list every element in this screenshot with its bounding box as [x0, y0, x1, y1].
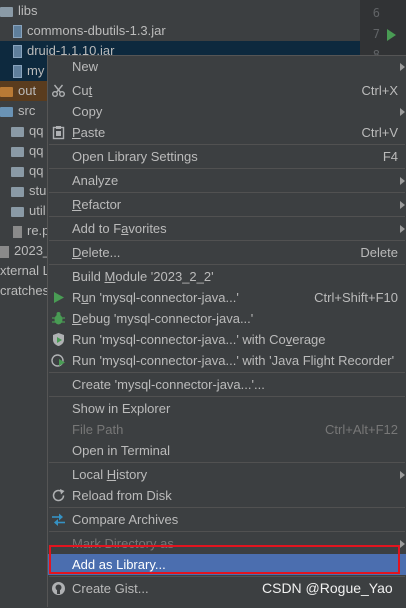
tree-out[interactable]: out — [0, 81, 47, 101]
tree-package[interactable]: util — [11, 201, 46, 221]
folder-icon — [0, 86, 13, 97]
run-gutter-icon[interactable] — [387, 29, 396, 41]
submenu-arrow-icon — [400, 225, 405, 233]
menu-item-run-with-coverage[interactable]: Run 'mysql-connector-java...' with Cover… — [48, 329, 406, 350]
menu-item-run[interactable]: Run 'mysql-connector-java...' Ctrl+Shift… — [48, 287, 406, 308]
menu-item-file-path[interactable]: File Path Ctrl+Alt+F12 — [48, 419, 406, 440]
submenu-arrow-icon — [400, 540, 405, 548]
scissors-icon — [52, 84, 65, 97]
compare-arrows-icon — [52, 513, 65, 526]
menu-item-run-java-flight-recorder[interactable]: Run 'mysql-connector-java...' with 'Java… — [48, 350, 406, 371]
submenu-arrow-icon — [400, 177, 405, 185]
watermark: CSDN @Rogue_Yao — [262, 580, 393, 596]
file-icon — [0, 245, 9, 258]
menu-separator — [49, 396, 405, 397]
tree-package[interactable]: qq — [11, 161, 43, 181]
jar-icon — [13, 65, 22, 79]
menu-item-cut[interactable]: Cut Ctrl+X — [48, 80, 406, 101]
menu-item-open-in-terminal[interactable]: Open in Terminal — [48, 440, 406, 461]
tree-external-libraries[interactable]: xternal L — [0, 261, 50, 281]
menu-item-compare-archives[interactable]: Compare Archives — [48, 509, 406, 530]
menu-separator — [49, 192, 405, 193]
menu-item-analyze[interactable]: Analyze — [48, 170, 406, 191]
tree-jar-dbutils[interactable]: commons-dbutils-1.3.jar — [13, 21, 166, 41]
submenu-arrow-icon — [400, 108, 405, 116]
menu-separator — [49, 144, 405, 145]
line-number: 7 — [372, 27, 380, 41]
menu-item-local-history[interactable]: Local History — [48, 464, 406, 485]
menu-item-copy[interactable]: Copy — [48, 101, 406, 122]
jar-icon — [13, 45, 22, 59]
menu-separator — [49, 531, 405, 532]
menu-separator — [49, 240, 405, 241]
context-menu: New Cut Ctrl+X Copy Paste Ctrl+V Open Li… — [47, 55, 406, 607]
tree-file[interactable]: re.p — [13, 221, 49, 241]
menu-separator — [49, 462, 405, 463]
reload-icon — [52, 489, 65, 502]
submenu-arrow-icon — [400, 471, 405, 479]
menu-item-reload-from-disk[interactable]: Reload from Disk — [48, 485, 406, 506]
menu-separator — [49, 372, 405, 373]
menu-separator — [49, 168, 405, 169]
menu-item-open-library-settings[interactable]: Open Library Settings F4 — [48, 146, 406, 167]
menu-item-show-in-explorer[interactable]: Show in Explorer — [48, 398, 406, 419]
menu-item-paste[interactable]: Paste Ctrl+V — [48, 122, 406, 143]
submenu-arrow-icon — [400, 63, 405, 71]
package-icon — [11, 186, 24, 197]
coverage-icon — [53, 333, 64, 346]
tree-package[interactable]: stu — [11, 181, 46, 201]
menu-separator — [49, 576, 405, 577]
menu-item-delete[interactable]: Delete... Delete — [48, 242, 406, 263]
tree-package[interactable]: qq — [11, 121, 43, 141]
folder-icon — [0, 6, 13, 17]
menu-item-build-module[interactable]: Build Module '2023_2_2' — [48, 266, 406, 287]
tree-package[interactable]: qq — [11, 141, 43, 161]
run-play-icon — [54, 292, 64, 303]
clipboard-icon — [52, 126, 65, 140]
menu-item-add-as-library[interactable]: Add as Library... — [48, 554, 406, 575]
menu-item-mark-directory-as[interactable]: Mark Directory as — [48, 533, 406, 554]
flight-recorder-icon — [51, 354, 65, 367]
menu-item-create-run-config[interactable]: Create 'mysql-connector-java...'... — [48, 374, 406, 395]
line-number: 6 — [372, 6, 380, 20]
menu-item-refactor[interactable]: Refactor — [48, 194, 406, 215]
package-icon — [11, 126, 24, 137]
package-icon — [11, 146, 24, 157]
tree-src[interactable]: src — [0, 101, 35, 121]
package-icon — [11, 166, 24, 177]
menu-separator — [49, 264, 405, 265]
menu-separator — [49, 507, 405, 508]
menu-item-add-to-favorites[interactable]: Add to Favorites — [48, 218, 406, 239]
submenu-arrow-icon — [400, 201, 405, 209]
package-icon — [11, 206, 24, 217]
menu-item-debug[interactable]: Debug 'mysql-connector-java...' — [48, 308, 406, 329]
source-folder-icon — [0, 106, 13, 117]
jar-icon — [13, 25, 22, 39]
menu-item-new[interactable]: New — [48, 56, 406, 77]
tree-libs[interactable]: libs — [0, 1, 38, 21]
github-icon — [52, 582, 65, 595]
debug-bug-icon — [52, 312, 65, 325]
menu-separator — [49, 216, 405, 217]
file-icon — [13, 225, 22, 238]
tree-scratches[interactable]: cratches — [0, 281, 49, 301]
